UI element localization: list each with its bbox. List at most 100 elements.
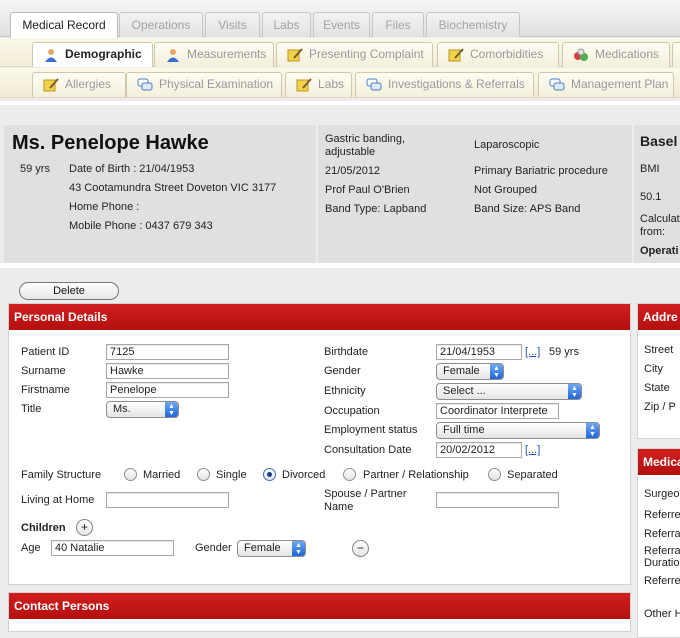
operation-procedure: Gastric banding, adjustable bbox=[325, 133, 406, 158]
spouse-name-input[interactable] bbox=[436, 492, 559, 508]
firstname-label: Firstname bbox=[21, 384, 70, 396]
notepad-pencil-icon bbox=[448, 48, 464, 62]
spouse-label-name: Name bbox=[324, 501, 354, 513]
person-icon bbox=[167, 49, 179, 62]
surname-input[interactable]: Hawke bbox=[106, 363, 229, 379]
tab-biochemistry[interactable]: Biochemistry bbox=[426, 12, 520, 37]
birthdate-input[interactable]: 21/04/1953 bbox=[436, 344, 522, 360]
tab-medical-record[interactable]: Medical Record bbox=[10, 12, 118, 38]
subtab-allergies[interactable]: Allergies bbox=[32, 72, 126, 97]
medical-duration-label: Duratio bbox=[644, 557, 680, 569]
patient-dob: Date of Birth : 21/04/1953 bbox=[69, 163, 195, 175]
family-partner-radio[interactable] bbox=[343, 468, 356, 481]
operation-date: 21/05/2012 bbox=[325, 165, 381, 177]
subtab-more[interactable] bbox=[672, 42, 680, 67]
title-select-value: Ms. bbox=[113, 403, 131, 415]
operation-category: Primary Bariatric procedure bbox=[474, 165, 608, 177]
subtab-demographic[interactable]: Demographic bbox=[32, 42, 153, 67]
birthdate-label: Birthdate bbox=[324, 346, 369, 358]
employment-status-select[interactable]: Full time ▲ ▼ bbox=[436, 422, 600, 439]
add-child-button[interactable]: + bbox=[76, 519, 93, 536]
subtab-physical-examination[interactable]: Physical Examination bbox=[126, 72, 282, 97]
subtab-comorbidities[interactable]: Comorbidities bbox=[437, 42, 559, 67]
ethnicity-select[interactable]: Select ... ▲ ▼ bbox=[436, 383, 582, 400]
subtab-label: Physical Examination bbox=[159, 77, 274, 91]
subtab-label: Demographic bbox=[65, 47, 142, 61]
child-age-input[interactable]: 40 Natalie bbox=[51, 540, 174, 556]
title-label: Title bbox=[21, 403, 42, 415]
select-arrows-icon: ▲ ▼ bbox=[568, 384, 581, 399]
family-separated-radio[interactable] bbox=[488, 468, 501, 481]
notepad-pencil-icon bbox=[296, 78, 312, 92]
child-gender-label: Gender bbox=[195, 542, 232, 554]
family-divorced-radio[interactable] bbox=[263, 468, 276, 481]
remove-child-button[interactable]: − bbox=[352, 540, 369, 557]
family-structure-label: Family Structure bbox=[21, 469, 102, 481]
operation-band-size: Band Size: APS Band bbox=[474, 203, 581, 215]
subtab-label: Presenting Complaint bbox=[309, 47, 424, 61]
tab-labs[interactable]: Labs bbox=[262, 12, 311, 37]
operation-group: Not Grouped bbox=[474, 184, 537, 196]
subtab-label: Labs bbox=[318, 77, 345, 91]
baseline-operation-label: Operati bbox=[640, 245, 679, 257]
gender-select[interactable]: Female ▲ ▼ bbox=[436, 363, 504, 380]
child-age-label: Age bbox=[21, 542, 41, 554]
tab-visits[interactable]: Visits bbox=[205, 12, 260, 37]
spouse-label: Spouse / Partner bbox=[324, 488, 407, 500]
occupation-input[interactable]: Coordinator Interprete bbox=[436, 403, 559, 419]
baseline-calc-from: from: bbox=[640, 226, 666, 238]
subtab-measurements[interactable]: Measurements bbox=[154, 42, 274, 67]
subtab-medications[interactable]: Medications bbox=[562, 42, 670, 67]
subtab-labs[interactable]: Labs bbox=[285, 72, 352, 97]
children-label: Children bbox=[21, 522, 66, 534]
family-separated-label: Separated bbox=[507, 469, 558, 481]
subtab-investigations-referrals[interactable]: Investigations & Referrals bbox=[355, 72, 534, 97]
address-city-label: City bbox=[644, 363, 663, 375]
child-gender-select[interactable]: Female ▲ ▼ bbox=[237, 540, 306, 557]
tab-events[interactable]: Events bbox=[313, 12, 370, 37]
contact-persons-header: Contact Persons bbox=[9, 593, 630, 619]
employment-status-label: Employment status bbox=[324, 424, 418, 436]
tab-operations[interactable]: Operations bbox=[119, 12, 203, 37]
subtab-label: Measurements bbox=[187, 47, 267, 61]
personal-details-header: Personal Details bbox=[9, 304, 630, 330]
address-header: Addre bbox=[638, 304, 680, 330]
medical-surgeon-label: Surgeo bbox=[644, 488, 680, 500]
consultation-date-picker-link[interactable]: [...] bbox=[525, 444, 540, 456]
subtab-row-1: Demographic Measurements Presenting Comp… bbox=[0, 38, 680, 67]
birthdate-picker-link[interactable]: [...] bbox=[525, 346, 540, 358]
family-married-radio[interactable] bbox=[124, 468, 137, 481]
medical-header: Medica bbox=[638, 449, 680, 475]
family-married-label: Married bbox=[143, 469, 181, 481]
subtab-label: Investigations & Referrals bbox=[388, 77, 525, 91]
gender-select-value: Female bbox=[443, 365, 480, 377]
subtab-presenting-complaint[interactable]: Presenting Complaint bbox=[276, 42, 433, 67]
family-single-label: Single bbox=[216, 469, 247, 481]
subtab-label: Allergies bbox=[65, 77, 112, 91]
ethnicity-select-value: Select ... bbox=[443, 385, 486, 397]
patient-id-label: Patient ID bbox=[21, 346, 70, 358]
subtab-label: Comorbidities bbox=[470, 47, 544, 61]
baseline-calc-label: Calculat bbox=[640, 213, 680, 225]
employment-status-value: Full time bbox=[443, 424, 485, 436]
title-select[interactable]: Ms. ▲ ▼ bbox=[106, 401, 179, 418]
tab-files[interactable]: Files bbox=[372, 12, 424, 37]
select-arrows-icon: ▲ ▼ bbox=[490, 364, 503, 379]
patient-id-input[interactable]: 7125 bbox=[106, 344, 229, 360]
subtab-management-plan[interactable]: Management Plan bbox=[538, 72, 674, 97]
family-single-radio[interactable] bbox=[197, 468, 210, 481]
medical-referrer2-label: Referre bbox=[644, 575, 680, 587]
firstname-input[interactable]: Penelope bbox=[106, 382, 229, 398]
consultation-date-input[interactable]: 20/02/2012 bbox=[436, 442, 522, 458]
operation-band-type: Band Type: Lapband bbox=[325, 203, 427, 215]
delete-button[interactable]: Delete bbox=[19, 282, 119, 300]
occupation-label: Occupation bbox=[324, 405, 380, 417]
select-arrows-icon: ▲ ▼ bbox=[292, 541, 305, 556]
gender-label: Gender bbox=[324, 365, 361, 377]
medical-referral-label: Referra bbox=[644, 528, 680, 540]
living-at-home-input[interactable] bbox=[106, 492, 229, 508]
ethnicity-label: Ethnicity bbox=[324, 385, 366, 397]
medical-other-label: Other H bbox=[644, 608, 680, 620]
subtab-label: Medications bbox=[595, 47, 660, 61]
patient-name: Ms. Penelope Hawke bbox=[12, 132, 209, 154]
